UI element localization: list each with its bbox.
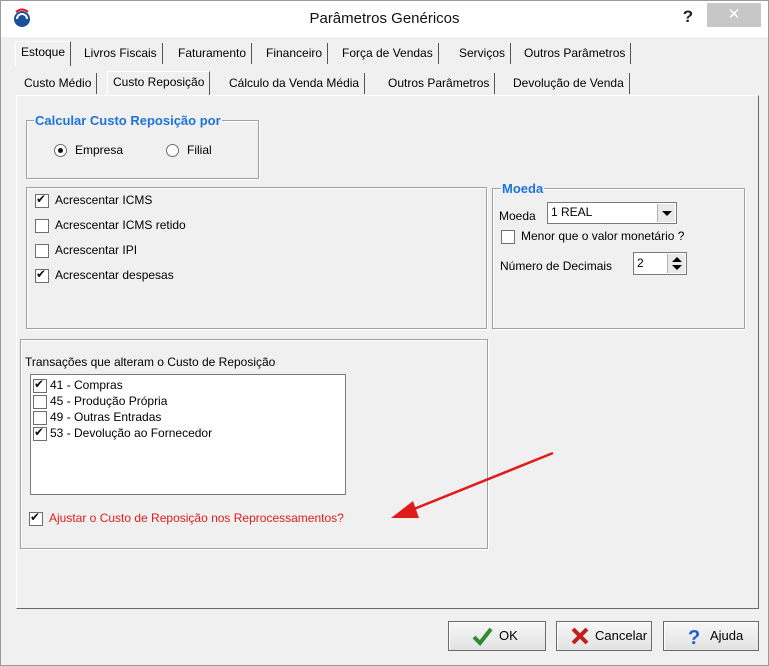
list-item-label: 45 - Produção Própria — [50, 394, 168, 408]
title-bar: Parâmetros Genéricos ? ✕ — [1, 1, 768, 37]
tab-label: Outros Parâmetros — [388, 76, 490, 90]
tab-label: Devolução de Venda — [513, 76, 624, 90]
cancel-button[interactable]: Cancelar — [556, 621, 652, 651]
ok-button[interactable]: OK — [448, 621, 546, 651]
list-item-checkbox[interactable] — [33, 395, 47, 409]
spin-arrows-icon[interactable] — [667, 254, 685, 273]
tab-label: Custo Reposição — [113, 75, 205, 89]
acrescentar-despesas-checkbox[interactable] — [35, 267, 49, 283]
tab-livros-fiscais[interactable]: Livros Fiscais — [79, 43, 163, 64]
main-tab-strip: Estoque Livros Fiscais Faturamento Finan… — [13, 41, 763, 66]
subtab-devolucao-venda[interactable]: Devolução de Venda — [508, 73, 630, 94]
acrescentar-icms-retido-checkbox[interactable] — [35, 219, 49, 233]
question-mark-icon: ? — [688, 627, 700, 647]
tab-label: Estoque — [21, 45, 66, 59]
filial-label[interactable]: Filial — [187, 143, 212, 157]
cancel-x-icon — [571, 627, 589, 645]
tab-label: Força de Vendas — [342, 46, 433, 60]
acrescentar-despesas-label[interactable]: Acrescentar despesas — [55, 268, 174, 282]
transacoes-label: Transações que alteram o Custo de Reposi… — [25, 355, 276, 369]
transacoes-listbox[interactable]: 41 - Compras 45 - Produção Própria 49 - … — [30, 374, 346, 495]
decimais-label: Número de Decimais — [500, 259, 613, 273]
list-item-label: 49 - Outras Entradas — [50, 410, 162, 424]
tab-label: Outros Parâmetros — [524, 46, 626, 60]
list-item-checkbox[interactable] — [33, 425, 47, 441]
window-title: Parâmetros Genéricos — [309, 10, 460, 27]
close-button[interactable]: ✕ — [707, 3, 761, 27]
menor-valor-checkbox[interactable] — [501, 230, 515, 244]
tab-estoque[interactable]: Estoque — [15, 41, 72, 66]
annotation-arrow-icon — [391, 451, 554, 518]
tab-financeiro[interactable]: Financeiro — [261, 43, 329, 64]
tab-faturamento[interactable]: Faturamento — [173, 43, 253, 64]
acrescentar-ipi-label[interactable]: Acrescentar IPI — [55, 243, 137, 257]
help-button-label: Ajuda — [710, 628, 744, 643]
checkmark-icon — [472, 627, 493, 647]
ok-button-label: OK — [499, 628, 518, 643]
decimais-spinner[interactable]: 2 — [633, 252, 687, 275]
moeda-label: Moeda — [499, 209, 536, 223]
list-item-label: 41 - Compras — [50, 378, 123, 392]
help-title-button[interactable]: ? — [675, 5, 701, 29]
menor-valor-label[interactable]: Menor que o valor monetário ? — [521, 229, 684, 243]
tab-label: Custo Médio — [24, 76, 92, 90]
subtab-calculo-venda-media[interactable]: Cálculo da Venda Média — [224, 73, 366, 94]
decimais-value: 2 — [637, 256, 644, 270]
empresa-radio[interactable] — [54, 144, 67, 157]
acrescentar-icms-checkbox[interactable] — [35, 192, 49, 208]
tab-servicos[interactable]: Serviços — [454, 43, 512, 64]
empresa-label[interactable]: Empresa — [75, 143, 123, 157]
svg-text:?: ? — [688, 627, 700, 647]
acrescentar-panel — [26, 187, 487, 329]
subtab-custo-reposicao[interactable]: Custo Reposição — [107, 71, 211, 96]
tab-label: Financeiro — [266, 46, 323, 60]
sub-tab-strip: Custo Médio Custo Reposição Cálculo da V… — [19, 71, 759, 96]
filial-radio[interactable] — [166, 144, 179, 157]
moeda-select[interactable]: 1 REAL — [547, 202, 677, 224]
tab-outros-parametros[interactable]: Outros Parâmetros — [519, 43, 632, 64]
subtab-custo-medio[interactable]: Custo Médio — [19, 73, 98, 94]
moeda-select-value: 1 REAL — [551, 205, 593, 219]
subtab-outros-parametros[interactable]: Outros Parâmetros — [383, 73, 496, 94]
list-item-label: 53 - Devolução ao Fornecedor — [50, 426, 213, 440]
tab-forca-de-vendas[interactable]: Força de Vendas — [337, 43, 439, 64]
chevron-down-icon[interactable] — [657, 204, 675, 222]
calc-by-legend: Calcular Custo Reposição por — [34, 113, 222, 128]
acrescentar-ipi-checkbox[interactable] — [35, 244, 49, 258]
tab-label: Faturamento — [178, 46, 247, 60]
list-item-checkbox[interactable] — [33, 377, 47, 393]
dialog-window: Parâmetros Genéricos ? ✕ Estoque Livros … — [0, 0, 769, 666]
cancel-button-label: Cancelar — [595, 628, 648, 643]
ajustar-reprocessamento-checkbox[interactable] — [29, 510, 43, 526]
moeda-legend: Moeda — [501, 181, 545, 196]
tab-label: Livros Fiscais — [84, 46, 157, 60]
acrescentar-icms-label[interactable]: Acrescentar ICMS — [55, 193, 152, 207]
list-item-checkbox[interactable] — [33, 411, 47, 425]
help-button[interactable]: ? Ajuda — [663, 621, 759, 651]
tab-label: Serviços — [459, 46, 506, 60]
acrescentar-icms-retido-label[interactable]: Acrescentar ICMS retido — [55, 218, 186, 232]
ajustar-reprocessamento-label[interactable]: Ajustar o Custo de Reposição nos Reproce… — [49, 511, 344, 525]
tab-label: Cálculo da Venda Média — [229, 76, 360, 90]
